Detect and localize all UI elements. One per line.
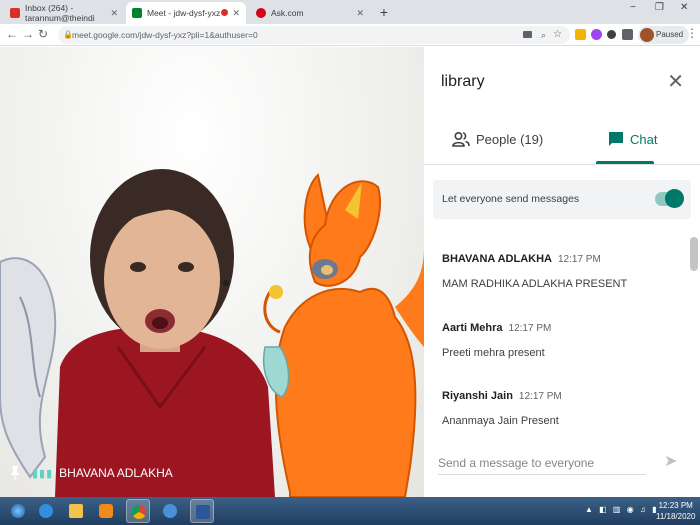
message-text: Preeti mehra present bbox=[442, 347, 545, 359]
profile-button[interactable]: Paused bbox=[638, 26, 690, 44]
tab-title: Ask.com bbox=[271, 8, 304, 18]
tab-ask[interactable]: Ask.com ✕ bbox=[250, 2, 370, 24]
message-input[interactable]: Send a message to everyone bbox=[438, 456, 594, 470]
message-time: 12:17 PM bbox=[518, 391, 562, 402]
speaker-name: BHAVANA ADLAKHA bbox=[59, 466, 173, 480]
audio-level-icon: ▮▮▮ bbox=[32, 467, 54, 480]
gmail-icon bbox=[10, 8, 20, 18]
ask-icon bbox=[256, 8, 266, 18]
chat-message: Aarti Mehra 12:17 PM Preeti mehra present bbox=[442, 318, 551, 359]
toggle-label: Let everyone send messages bbox=[442, 193, 580, 205]
divider bbox=[424, 164, 700, 165]
clock-date: 11/18/2020 bbox=[656, 512, 696, 521]
profile-status: Paused bbox=[656, 30, 684, 39]
meet-icon bbox=[132, 8, 142, 18]
panel-title: library bbox=[441, 73, 485, 90]
tab-people[interactable]: People (19) bbox=[452, 131, 543, 147]
recording-icon bbox=[221, 9, 228, 16]
chat-scrollbar[interactable] bbox=[690, 237, 698, 271]
new-tab-button[interactable]: + bbox=[376, 4, 392, 20]
message-sender: Aarti Mehra bbox=[442, 322, 503, 334]
elephant-drawing bbox=[0, 257, 57, 479]
search-extension-icon[interactable] bbox=[607, 30, 616, 39]
child-participant bbox=[55, 169, 275, 497]
taskbar-explorer[interactable] bbox=[64, 499, 88, 523]
url-text: meet.google.com/jdw-dysf-yxz?pli=1&authu… bbox=[72, 30, 258, 40]
taskbar-chrome[interactable] bbox=[126, 499, 150, 523]
reload-icon[interactable]: ↻ bbox=[38, 27, 48, 41]
message-text: Ananmaya Jain Present bbox=[442, 415, 559, 427]
chrome-profile-icon bbox=[163, 504, 177, 518]
message-sender: BHAVANA ADLAKHA bbox=[442, 253, 552, 265]
speaker-label: ▮▮▮ BHAVANA ADLAKHA bbox=[10, 466, 173, 480]
avatar bbox=[640, 28, 654, 42]
browser-toolbar: ← → ↻ 🔒 meet.google.com/jdw-dysf-yxz?pli… bbox=[0, 24, 700, 46]
input-underline bbox=[438, 474, 646, 475]
chrome-icon bbox=[132, 505, 146, 519]
message-time: 12:17 PM bbox=[508, 323, 552, 334]
video-tile[interactable] bbox=[0, 47, 424, 497]
close-tab-icon[interactable]: ✕ bbox=[110, 8, 118, 19]
message-text: MAM RADHIKA ADLAKHA PRESENT bbox=[442, 278, 628, 290]
meeting-side-panel: library ✕ People (19) Chat Let everyone … bbox=[424, 47, 700, 497]
windows-taskbar: ▲ ◧ ▥ ◉ ♫ ▮ 12:23 PM 11/18/2020 bbox=[0, 497, 700, 525]
extension-icon[interactable] bbox=[591, 29, 602, 40]
participant-video-frame bbox=[0, 169, 424, 497]
squirrel-drawing bbox=[263, 173, 424, 497]
start-button[interactable] bbox=[6, 499, 30, 523]
word-icon bbox=[196, 505, 210, 519]
tab-title: Meet - jdw-dysf-yxz bbox=[147, 8, 221, 18]
taskbar-media[interactable] bbox=[94, 499, 118, 523]
chat-permission-row: Let everyone send messages bbox=[433, 180, 691, 219]
people-icon bbox=[452, 131, 470, 147]
lock-icon: 🔒 bbox=[63, 30, 73, 39]
star-icon[interactable]: ☆ bbox=[553, 26, 562, 44]
clock-time: 12:23 PM bbox=[658, 501, 693, 510]
people-tab-label: People (19) bbox=[476, 131, 544, 147]
tab-meet[interactable]: Meet - jdw-dysf-yxz ✕ bbox=[126, 2, 246, 24]
folder-icon bbox=[69, 504, 83, 518]
address-bar[interactable]: 🔒 meet.google.com/jdw-dysf-yxz?pli=1&aut… bbox=[58, 26, 570, 44]
close-panel-icon[interactable]: ✕ bbox=[667, 69, 684, 94]
tab-title: Inbox (264) - tarannum@theindi bbox=[25, 3, 95, 23]
toggle-knob bbox=[665, 189, 684, 208]
minimize-button[interactable]: − bbox=[630, 2, 636, 13]
close-window-button[interactable]: ✕ bbox=[680, 2, 688, 13]
menu-icon[interactable]: ⋮ bbox=[686, 26, 698, 40]
internet-explorer-icon bbox=[39, 504, 53, 518]
system-tray-icons[interactable]: ▲ ◧ ▥ ◉ ♫ ▮ bbox=[585, 505, 659, 514]
windows-start-icon bbox=[11, 504, 25, 518]
media-player-icon bbox=[99, 504, 113, 518]
maximize-button[interactable]: ❐ bbox=[655, 2, 664, 13]
browser-tab-strip: Inbox (264) - tarannum@theindi ✕ Meet - … bbox=[0, 0, 700, 24]
chat-message: Riyanshi Jain 12:17 PM Ananmaya Jain Pres… bbox=[442, 386, 562, 427]
extension-icon[interactable] bbox=[575, 29, 586, 40]
message-sender: Riyanshi Jain bbox=[442, 390, 513, 402]
puzzle-icon[interactable] bbox=[622, 29, 633, 40]
back-icon[interactable]: ← bbox=[6, 27, 18, 41]
chat-tab-label: Chat bbox=[630, 131, 658, 147]
message-time: 12:17 PM bbox=[558, 254, 601, 265]
taskbar-clock[interactable]: 12:23 PM 11/18/2020 bbox=[656, 500, 695, 522]
tab-chat[interactable]: Chat bbox=[608, 131, 657, 147]
taskbar-chrome-2[interactable] bbox=[158, 499, 182, 523]
zoom-icon[interactable]: ⌕ bbox=[541, 26, 546, 44]
send-messages-toggle[interactable] bbox=[655, 189, 684, 208]
send-icon[interactable]: ➤ bbox=[664, 451, 677, 471]
taskbar-ie[interactable] bbox=[34, 499, 58, 523]
close-tab-icon[interactable]: ✕ bbox=[232, 8, 240, 19]
tab-gmail[interactable]: Inbox (264) - tarannum@theindi ✕ bbox=[4, 2, 124, 24]
pin-icon[interactable] bbox=[10, 466, 20, 480]
camera-icon[interactable] bbox=[523, 31, 532, 38]
taskbar-word[interactable] bbox=[190, 499, 214, 523]
forward-icon[interactable]: → bbox=[22, 27, 34, 41]
chat-icon bbox=[609, 132, 623, 146]
close-tab-icon[interactable]: ✕ bbox=[356, 8, 364, 19]
chat-message: BHAVANA ADLAKHA 12:17 PM MAM RADHIKA ADLA… bbox=[442, 249, 627, 290]
